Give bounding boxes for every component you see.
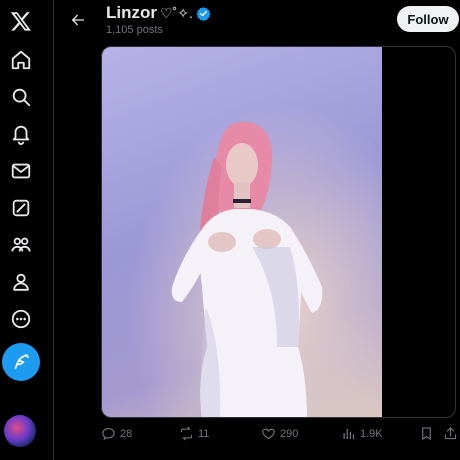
- bookmark-button[interactable]: [419, 426, 434, 441]
- account-avatar[interactable]: [4, 415, 36, 447]
- compose-feather-icon: [14, 354, 29, 370]
- notifications-icon[interactable]: [8, 121, 34, 147]
- x-logo-icon[interactable]: [8, 8, 34, 34]
- more-icon[interactable]: [8, 306, 34, 332]
- profile-header: Linzor ♡˚✧. 1,105 posts Follow: [54, 0, 460, 46]
- bookmark-icon: [422, 427, 431, 440]
- like-count: 290: [280, 427, 299, 440]
- post-actions: 28 11 290 1.9K: [101, 424, 460, 448]
- communities-icon[interactable]: [8, 232, 34, 258]
- profile-name: Linzor: [106, 3, 157, 22]
- follow-button[interactable]: Follow: [397, 6, 459, 32]
- post-media[interactable]: [101, 46, 456, 418]
- repost-count: 11: [198, 427, 210, 440]
- profile-name-decor: ♡˚✧.: [160, 4, 193, 21]
- home-icon[interactable]: [8, 47, 34, 73]
- post-photo: [102, 47, 382, 417]
- reply-count: 28: [120, 427, 133, 440]
- reply-icon: [102, 427, 115, 440]
- back-button[interactable]: [62, 4, 94, 36]
- share-button[interactable]: [443, 426, 458, 441]
- like-button[interactable]: 290: [261, 426, 298, 441]
- arrow-left-icon: [72, 14, 84, 26]
- messages-icon[interactable]: [8, 158, 34, 184]
- repost-button[interactable]: 11: [179, 426, 209, 441]
- views-button[interactable]: 1.9K: [341, 426, 383, 441]
- posts-count: 1,105 posts: [106, 24, 163, 36]
- profile-icon[interactable]: [8, 269, 34, 295]
- share-icon: [444, 427, 457, 440]
- compose-button[interactable]: [2, 343, 40, 381]
- views-count: 1.9K: [360, 427, 383, 440]
- grok-icon[interactable]: [8, 195, 34, 221]
- analytics-icon: [343, 428, 355, 440]
- verified-badge-icon: [196, 6, 211, 21]
- reply-button[interactable]: 28: [101, 426, 132, 441]
- repost-icon: [180, 426, 193, 441]
- sidebar-nav: [0, 0, 54, 460]
- search-icon[interactable]: [8, 84, 34, 110]
- heart-icon: [262, 428, 275, 440]
- profile-title: Linzor ♡˚✧.: [106, 3, 211, 23]
